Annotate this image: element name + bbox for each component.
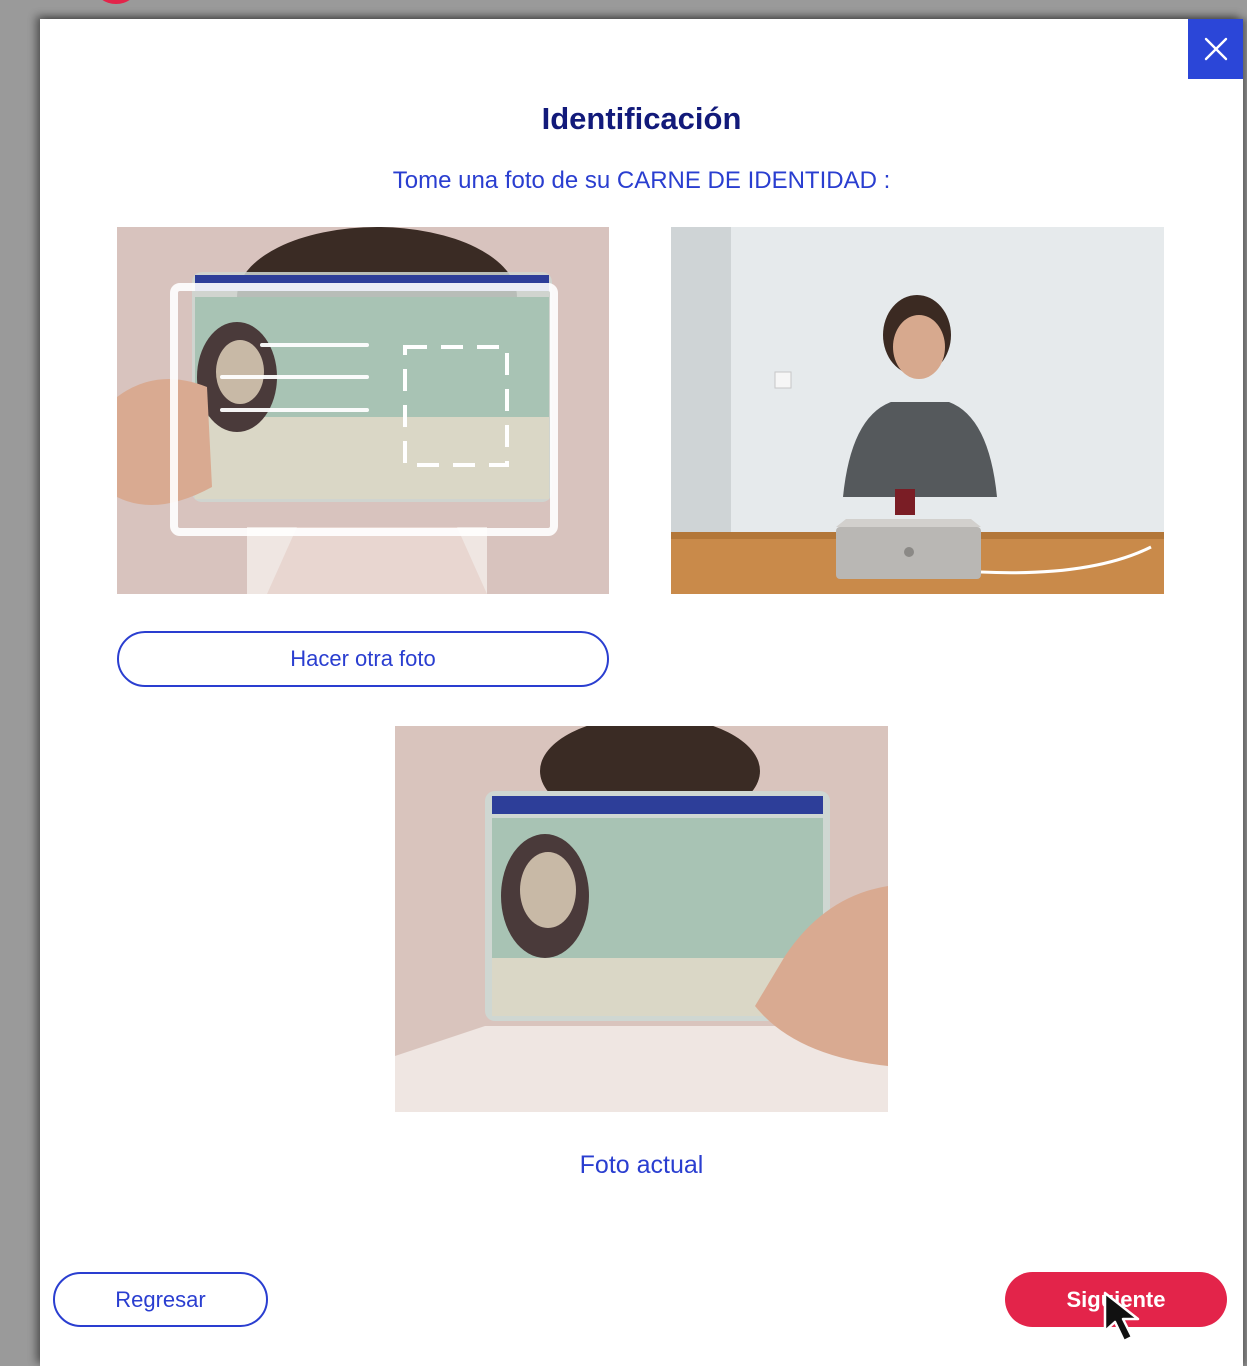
current-photo-caption: Foto actual <box>579 1151 704 1179</box>
page-title: Identificación <box>541 101 742 136</box>
identification-modal: Identificación Tome una foto de su CARNE… <box>40 19 1243 1366</box>
current-photo <box>395 726 888 1112</box>
brand-logo-mark <box>96 0 136 4</box>
id-capture-photo <box>117 227 609 594</box>
back-button[interactable]: Regresar <box>53 1272 268 1327</box>
example-photo <box>671 227 1164 594</box>
close-icon <box>1204 37 1227 61</box>
mouse-pointer-icon <box>1103 1291 1140 1343</box>
close-button[interactable] <box>1188 19 1243 79</box>
instruction-text: Tome una foto de su CARNE DE IDENTIDAD : <box>392 167 891 194</box>
retake-photo-button[interactable]: Hacer otra foto <box>117 631 609 687</box>
